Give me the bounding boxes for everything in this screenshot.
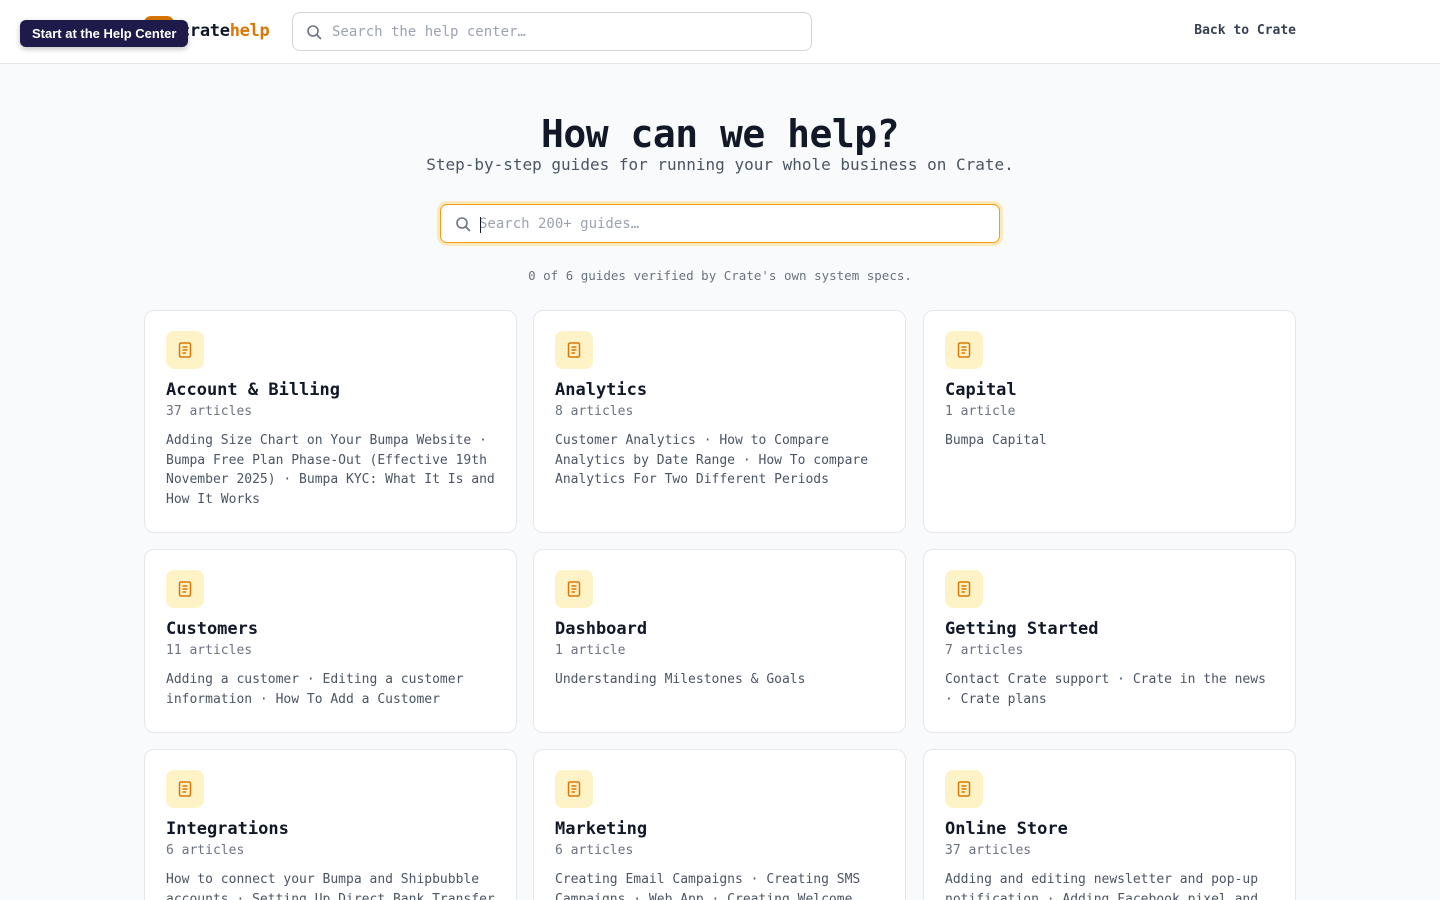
category-preview: How to connect your Bumpa and Shipbubble…	[166, 872, 495, 900]
article-count: 8 articles	[555, 404, 634, 419]
category-preview: Adding Size Chart on Your Bumpa Website …	[166, 433, 495, 508]
category-badge	[555, 770, 593, 808]
document-icon	[178, 342, 192, 358]
verification-note: 0 of 6 guides verified by Crate's own sy…	[528, 268, 912, 283]
document-icon	[178, 581, 192, 597]
article-count: 6 articles	[555, 843, 634, 858]
category-preview: Understanding Milestones & Goals	[555, 672, 806, 687]
category-card[interactable]: Account & Billing 37 articles Adding Siz…	[144, 310, 517, 533]
category-preview: Customer Analytics · How to Compare Anal…	[555, 433, 869, 488]
category-preview: Creating Email Campaigns · Creating SMS …	[555, 872, 861, 900]
document-icon	[567, 781, 581, 797]
header-search-input[interactable]	[332, 13, 802, 50]
category-card[interactable]: Marketing 6 articles Creating Email Camp…	[533, 749, 906, 900]
category-badge	[166, 570, 204, 608]
page-subtitle: Step-by-step guides for running your who…	[426, 155, 1014, 174]
main-search[interactable]	[440, 204, 1000, 243]
document-icon	[957, 342, 971, 358]
document-icon	[178, 781, 192, 797]
category-preview: Bumpa Capital	[945, 433, 1047, 448]
category-title: Dashboard	[555, 619, 648, 639]
document-icon	[567, 581, 581, 597]
category-title: Integrations	[166, 819, 289, 839]
logo-text: cratehelp	[180, 21, 270, 41]
category-card[interactable]: Capital 1 article Bumpa Capital	[923, 310, 1296, 533]
article-count: 11 articles	[166, 643, 253, 658]
onboarding-tooltip: Start at the Help Center	[20, 20, 189, 47]
category-badge	[166, 331, 204, 369]
article-count: 6 articles	[166, 843, 245, 858]
category-card[interactable]: Dashboard 1 article Understanding Milest…	[533, 549, 906, 733]
category-card[interactable]: Integrations 6 articles How to connect y…	[144, 749, 517, 900]
document-icon	[957, 781, 971, 797]
category-badge	[555, 331, 593, 369]
search-icon	[307, 25, 322, 40]
category-title: Analytics	[555, 380, 648, 400]
category-title: Online Store	[945, 819, 1068, 839]
category-preview: Adding and editing newsletter and pop-up…	[945, 872, 1259, 900]
category-badge	[945, 770, 983, 808]
category-title: Getting Started	[945, 619, 1099, 639]
category-badge	[166, 770, 204, 808]
category-title: Account & Billing	[166, 380, 340, 400]
category-card[interactable]: Online Store 37 articles Adding and edit…	[923, 749, 1296, 900]
text-caret	[480, 217, 481, 233]
article-count: 37 articles	[945, 843, 1032, 858]
search-icon	[456, 217, 471, 232]
header-search[interactable]	[292, 12, 812, 51]
main-search-input[interactable]	[479, 205, 989, 242]
category-badge	[945, 331, 983, 369]
article-count: 7 articles	[945, 643, 1024, 658]
category-title: Marketing	[555, 819, 648, 839]
article-count: 1 article	[555, 643, 626, 658]
document-icon	[957, 581, 971, 597]
logo-suffix: help	[229, 21, 270, 41]
page-title: How can we help?	[540, 112, 900, 156]
category-title: Customers	[166, 619, 259, 639]
category-title: Capital	[945, 380, 1017, 400]
top-bar: cratehelp Back to Crate	[0, 0, 1440, 64]
document-icon	[567, 342, 581, 358]
article-count: 1 article	[945, 404, 1016, 419]
category-badge	[945, 570, 983, 608]
category-preview: Adding a customer · Editing a customer i…	[166, 672, 464, 707]
category-card[interactable]: Customers 11 articles Adding a customer …	[144, 549, 517, 733]
category-card[interactable]: Getting Started 7 articles Contact Crate…	[923, 549, 1296, 733]
category-preview: Contact Crate support · Crate in the new…	[945, 672, 1266, 707]
category-card[interactable]: Analytics 8 articles Customer Analytics …	[533, 310, 906, 533]
article-count: 37 articles	[166, 404, 253, 419]
back-to-crate-link[interactable]: Back to Crate	[1194, 23, 1296, 38]
category-badge	[555, 570, 593, 608]
